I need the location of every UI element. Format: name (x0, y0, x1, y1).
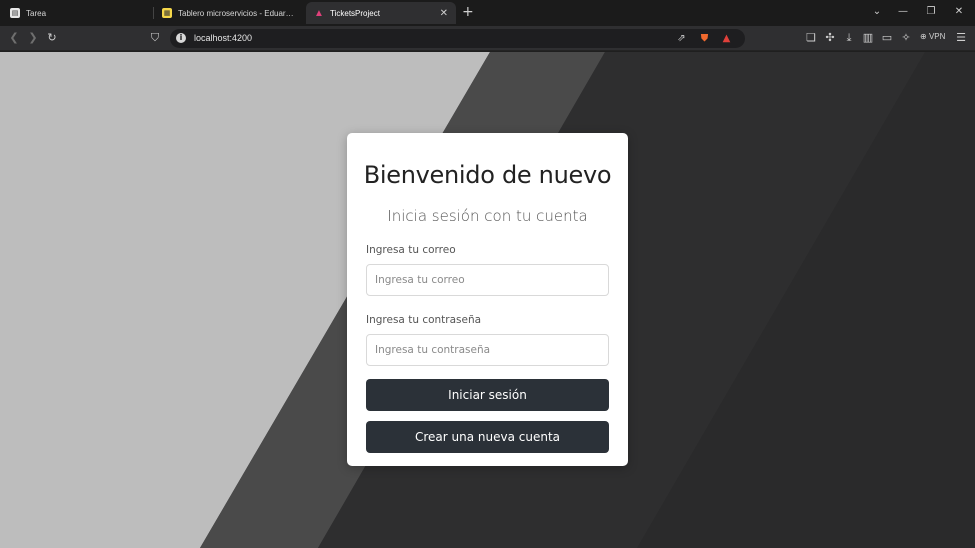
tab-tarea[interactable]: ▤ Tarea (2, 2, 152, 24)
menu-icon[interactable]: ☰ (953, 30, 969, 46)
email-label: Ingresa tu correo (366, 244, 456, 256)
vpn-button[interactable]: ⊕ VPN (920, 32, 945, 41)
tab-title: Tarea (26, 8, 47, 18)
page-title: Bienvenido de nuevo (363, 161, 612, 189)
login-button[interactable]: Iniciar sesión (366, 379, 609, 411)
minimize-icon[interactable]: — (895, 4, 911, 20)
create-account-button[interactable]: Crear una nueva cuenta (366, 421, 609, 453)
tab-ticketsproject[interactable]: ▲ TicketsProject ✕ (306, 2, 456, 24)
forward-icon[interactable]: ❯ (25, 30, 41, 46)
tab-strip: ▤ Tarea ▦ Tablero microservicios - Eduar… (0, 0, 975, 26)
back-icon[interactable]: ❮ (6, 30, 22, 46)
address-bar[interactable]: i localhost:4200 ⇗ ⛊ ▲ (170, 29, 745, 48)
email-field[interactable] (366, 264, 609, 296)
close-tab-icon[interactable]: ✕ (440, 8, 448, 19)
extensions-icon[interactable]: ✣ (822, 30, 838, 46)
url-text[interactable]: localhost:4200 (194, 33, 252, 43)
tab-title: Tablero microservicios - Eduardo Sc (178, 8, 296, 18)
brave-shields-icon[interactable]: ⛊ (698, 32, 711, 45)
angular-icon: ▲ (314, 7, 324, 19)
site-info-icon[interactable]: i (176, 33, 186, 43)
password-label: Ingresa tu contraseña (366, 314, 482, 326)
password-field[interactable] (366, 334, 609, 366)
browser-toolbar: ❮ ❯ ↻ ⛉ i localhost:4200 ⇗ ⛊ ▲ ❏ ✣ ⤓ ▥ ▭… (0, 26, 975, 51)
notebook-icon: ▤ (10, 8, 20, 18)
board-icon: ▦ (162, 8, 172, 18)
page-viewport: Bienvenido de nuevo Inicia sesión con tu… (0, 52, 975, 548)
tab-tablero[interactable]: ▦ Tablero microservicios - Eduardo Sc (154, 2, 304, 24)
vpn-label: VPN (928, 32, 946, 41)
leo-ai-icon[interactable]: ✧ (898, 30, 914, 46)
restore-icon[interactable]: ❐ (923, 4, 939, 20)
close-window-icon[interactable]: ✕ (951, 4, 967, 20)
wallet-icon[interactable]: ▭ (879, 30, 895, 46)
login-card: Bienvenido de nuevo Inicia sesión con tu… (347, 133, 628, 466)
share-icon[interactable]: ⇗ (675, 32, 688, 45)
page-subtitle: Inicia sesión con tu cuenta (387, 207, 588, 225)
tab-manager-icon[interactable]: ❏ (803, 30, 819, 46)
download-icon[interactable]: ⤓ (841, 30, 857, 46)
bookmark-icon[interactable]: ⛉ (147, 30, 163, 46)
new-tab-icon[interactable]: + (462, 4, 474, 20)
reload-icon[interactable]: ↻ (44, 30, 60, 46)
tab-title: TicketsProject (330, 8, 380, 18)
brave-rewards-icon[interactable]: ▲ (720, 32, 733, 45)
tab-search-icon[interactable]: ⌄ (869, 4, 885, 20)
sidebar-icon[interactable]: ▥ (860, 30, 876, 46)
